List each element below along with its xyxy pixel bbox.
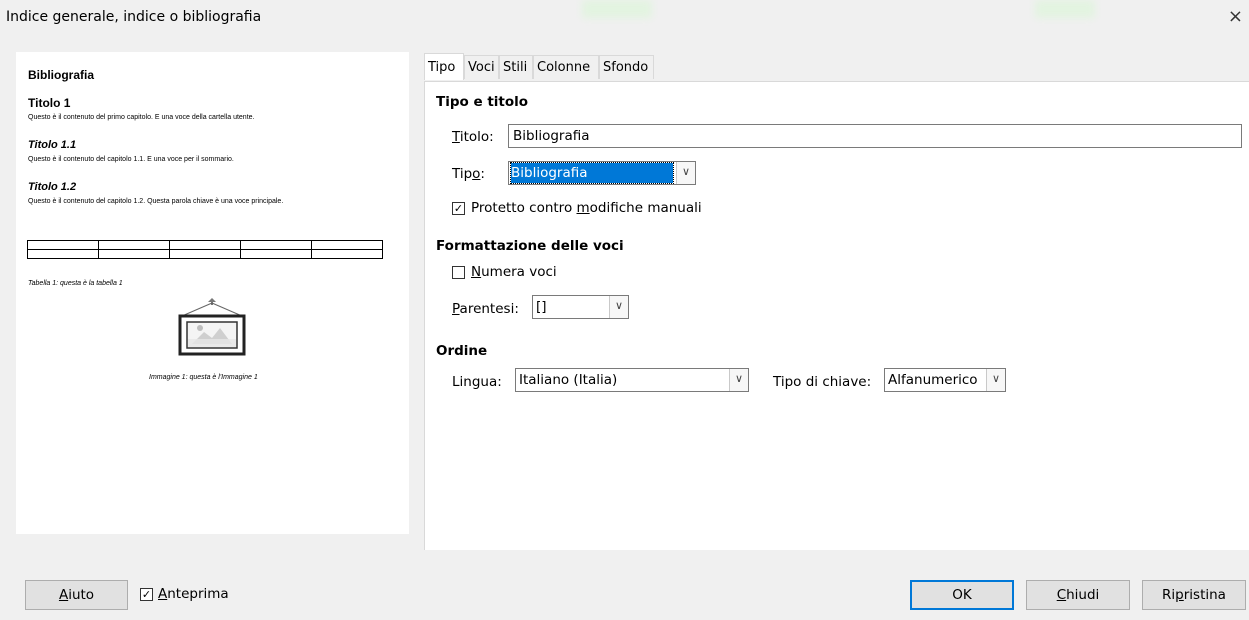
brackets-select-value: [] [536,299,547,315]
number-entries-label[interactable]: Numera voci [471,264,557,280]
preview-table [27,240,383,259]
number-entries-checkbox[interactable] [452,266,465,279]
key-type-select-value: Alfanumerico [888,372,978,388]
tab-tipo[interactable]: Tipo [424,53,464,80]
background-highlight [582,0,652,18]
dialog-title: Indice generale, indice o bibliografia [6,9,262,25]
chevron-down-icon[interactable]: ∨ [986,369,1005,391]
chevron-down-icon[interactable]: ∨ [729,369,748,391]
title-input[interactable]: Bibliografia [508,124,1242,148]
type-select[interactable]: Bibliografia ∨ [508,161,696,185]
chevron-down-icon[interactable]: ∨ [609,296,628,318]
protect-checkbox[interactable]: ✓ [452,202,465,215]
preview-heading: Bibliografia [28,68,95,82]
preview-pane: Bibliografia Titolo 1 Questo è il conten… [16,52,409,534]
preview-title-1: Titolo 1 [28,96,71,110]
type-label: Tipo: [452,166,485,182]
chevron-down-icon[interactable]: ∨ [676,162,695,184]
type-select-value: Bibliografia [510,162,674,184]
preview-image-caption: Immagine 1: questa è l'Immagine 1 [149,374,258,381]
background-highlight [1035,0,1095,18]
language-select-value: Italiano (Italia) [519,372,618,388]
preview-paragraph-3: Questo è il contenuto del capitolo 1.2. … [28,198,284,205]
section-type-and-title: Tipo e titolo [436,94,529,110]
key-type-select[interactable]: Alfanumerico ∨ [884,368,1006,392]
preview-title-1-2: Titolo 1.2 [28,181,77,193]
preview-title-1-1: Titolo 1.1 [28,139,77,151]
tab-colonne[interactable]: Colonne [533,55,599,79]
tab-voci[interactable]: Voci [464,55,499,79]
ok-button[interactable]: OK [910,580,1014,610]
language-select[interactable]: Italiano (Italia) ∨ [515,368,749,392]
help-button[interactable]: Aiuto [25,580,128,610]
key-type-label: Tipo di chiave: [773,374,872,390]
preview-checkbox-label[interactable]: Anteprima [158,586,229,602]
brackets-label: Parentesi: [452,301,519,317]
language-label: Lingua: [452,374,502,390]
picture-frame-icon [178,298,246,356]
preview-paragraph-2: Questo è il contenuto del capitolo 1.1. … [28,156,234,163]
title-label: Titolo: [452,129,494,145]
reset-button[interactable]: Ripristina [1142,580,1246,610]
preview-table-caption: Tabella 1: questa è la tabella 1 [28,280,123,287]
brackets-select[interactable]: [] ∨ [532,295,629,319]
tab-sfondo[interactable]: Sfondo [599,55,654,79]
preview-checkbox[interactable]: ✓ [140,588,153,601]
close-icon[interactable]: × [1228,6,1243,27]
preview-paragraph-1: Questo è il contenuto del primo capitolo… [28,114,255,121]
section-entry-formatting: Formattazione delle voci [436,238,624,254]
tab-stili[interactable]: Stili [499,55,533,79]
protect-label[interactable]: Protetto contro modifiche manuali [471,200,702,216]
section-order: Ordine [436,343,488,359]
close-button[interactable]: Chiudi [1026,580,1130,610]
